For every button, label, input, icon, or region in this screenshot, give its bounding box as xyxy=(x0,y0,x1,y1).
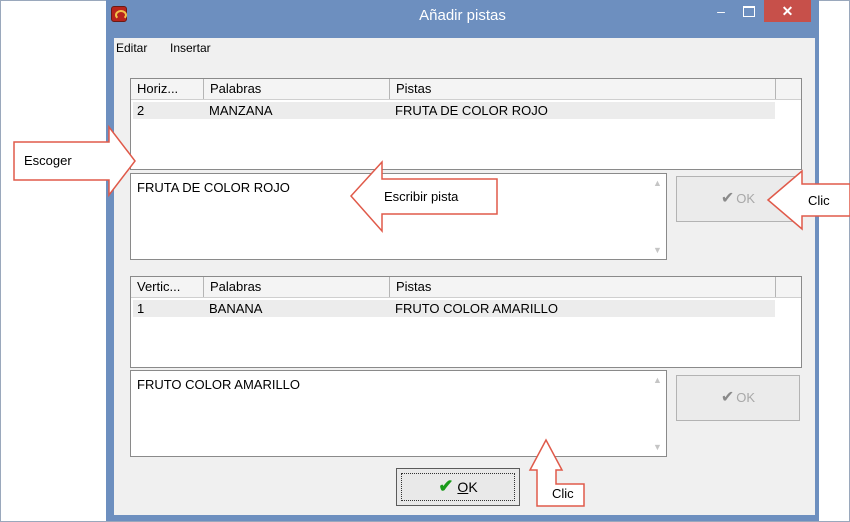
ok-label: OK xyxy=(736,191,756,206)
cell-clue: FRUTA DE COLOR ROJO xyxy=(395,103,548,118)
maximize-button[interactable] xyxy=(737,0,761,22)
title-bar[interactable]: Añadir pistas – ✕ xyxy=(106,0,819,36)
callout-escoger: Escoger xyxy=(24,153,72,168)
scroll-up-icon[interactable]: ▲ xyxy=(649,176,666,190)
horizontal-ok-button[interactable]: ✔ OK xyxy=(676,176,800,222)
column-header-palabras[interactable]: Palabras xyxy=(204,277,390,297)
list-header: Vertic... Palabras Pistas xyxy=(131,277,801,298)
column-header-pistas[interactable]: Pistas xyxy=(390,79,776,99)
table-row[interactable]: 2 MANZANA FRUTA DE COLOR ROJO xyxy=(133,102,775,119)
scroll-up-icon[interactable]: ▲ xyxy=(649,373,666,387)
memo-scrollbar[interactable]: ▲ ▼ xyxy=(649,174,666,259)
focus-rectangle xyxy=(401,473,515,501)
cell-word: MANZANA xyxy=(209,103,273,118)
close-button[interactable]: ✕ xyxy=(764,0,811,22)
column-header-pistas[interactable]: Pistas xyxy=(390,277,776,297)
menu-insertar[interactable]: Insertar xyxy=(170,41,211,55)
scroll-down-icon[interactable]: ▼ xyxy=(649,243,666,257)
vertical-ok-button[interactable]: ✔ OK xyxy=(676,375,800,421)
vertical-words-list[interactable]: Vertic... Palabras Pistas 1 BANANA FRUTO… xyxy=(130,276,802,368)
table-row[interactable]: 1 BANANA FRUTO COLOR AMARILLO xyxy=(133,300,775,317)
menu-editar[interactable]: Editar xyxy=(116,41,147,55)
column-header-number[interactable]: Vertic... xyxy=(131,277,204,297)
clue-text: FRUTO COLOR AMARILLO xyxy=(137,377,301,392)
main-ok-button[interactable]: ✔ OK xyxy=(396,468,520,506)
column-header-palabras[interactable]: Palabras xyxy=(204,79,390,99)
check-icon: ✔ xyxy=(720,389,735,406)
column-header-number[interactable]: Horiz... xyxy=(131,79,204,99)
cell-number: 1 xyxy=(137,301,145,316)
scroll-down-icon[interactable]: ▼ xyxy=(649,440,666,454)
horizontal-words-list[interactable]: Horiz... Palabras Pistas 2 MANZANA FRUTA… xyxy=(130,78,802,170)
callout-clic-side: Clic xyxy=(808,193,830,208)
maximize-icon xyxy=(743,6,755,17)
cell-number: 2 xyxy=(137,103,145,118)
dialog-client-area: Editar Insertar Horiz... Palabras Pistas… xyxy=(114,38,815,515)
check-icon: ✔ xyxy=(720,190,735,207)
clue-text: FRUTA DE COLOR ROJO xyxy=(137,180,290,195)
ok-label: OK xyxy=(736,390,756,405)
list-header: Horiz... Palabras Pistas xyxy=(131,79,801,100)
cell-word: BANANA xyxy=(209,301,263,316)
callout-clic-bottom: Clic xyxy=(552,486,574,501)
callout-escribir-pista: Escribir pista xyxy=(384,189,459,204)
horizontal-clue-input[interactable]: FRUTA DE COLOR ROJO ▲ ▼ xyxy=(130,173,667,260)
cell-clue: FRUTO COLOR AMARILLO xyxy=(395,301,559,316)
dialog-window: Añadir pistas – ✕ Editar Insertar Horiz.… xyxy=(106,0,819,521)
menu-bar: Editar Insertar xyxy=(114,38,815,58)
vertical-clue-input[interactable]: FRUTO COLOR AMARILLO ▲ ▼ xyxy=(130,370,667,457)
memo-scrollbar[interactable]: ▲ ▼ xyxy=(649,371,666,456)
minimize-button[interactable]: – xyxy=(709,0,733,22)
